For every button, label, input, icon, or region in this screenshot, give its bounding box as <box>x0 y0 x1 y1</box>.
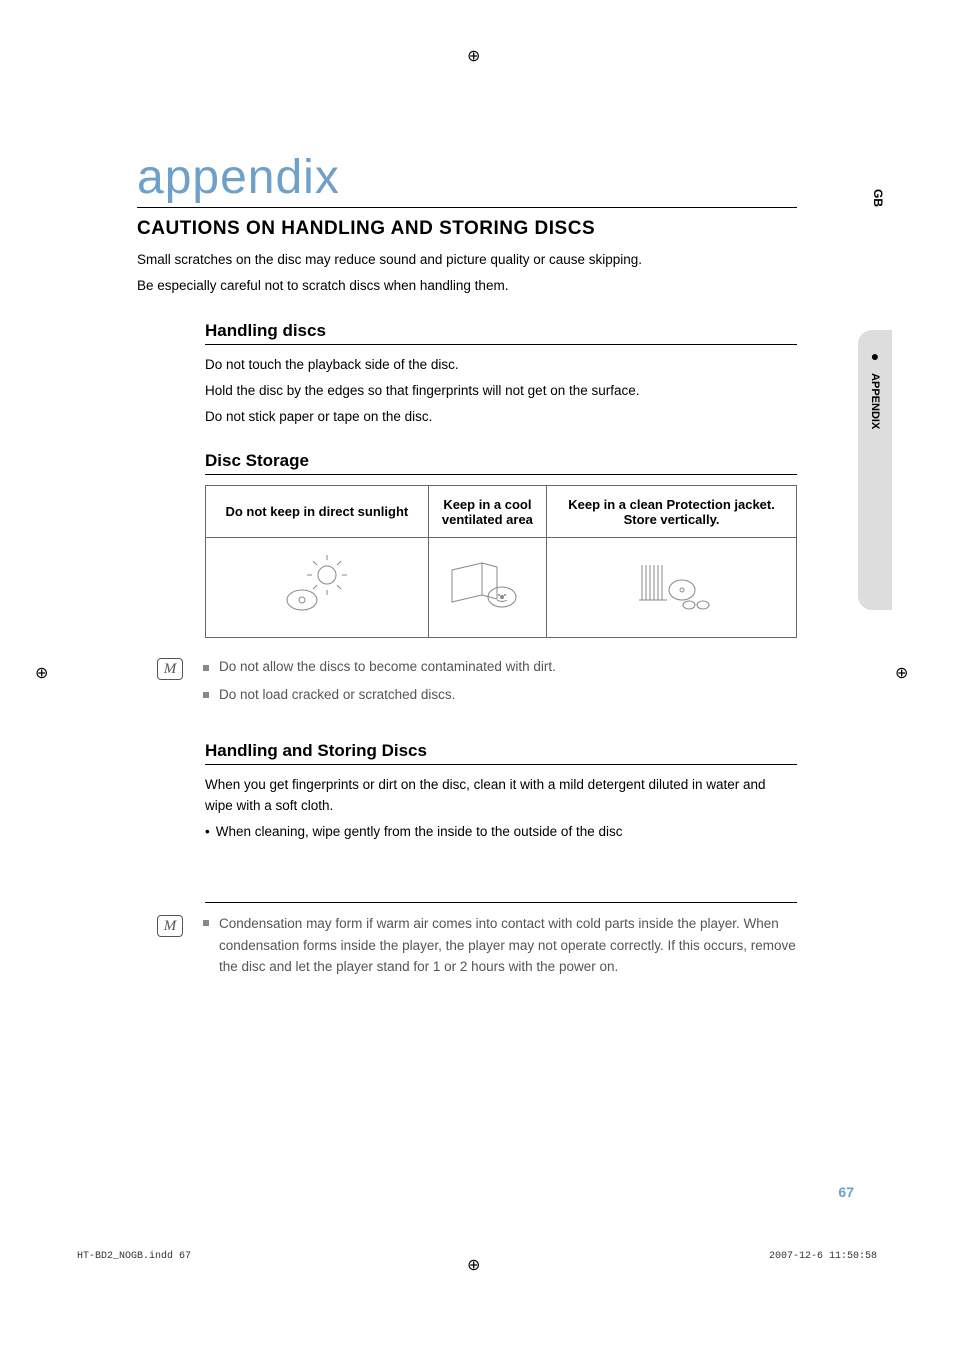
sun-disc-icon <box>272 607 362 618</box>
table-row: Do not keep in direct sunlight Keep in a… <box>206 486 797 538</box>
handling-storing-heading: Handling and Storing Discs <box>205 741 797 765</box>
bullet-list: • When cleaning, wipe gently from the in… <box>205 822 797 842</box>
storage-cell-sunlight-header: Do not keep in direct sunlight <box>206 486 429 538</box>
registration-mark-left: ⊕ <box>35 663 48 683</box>
note-icon: M <box>157 915 183 937</box>
bullet-dot-icon: • <box>205 822 210 842</box>
handling-storing-p1: When you get fingerprints or dirt on the… <box>205 775 797 816</box>
footer-timestamp: 2007-12-6 11:50:58 <box>769 1251 877 1262</box>
storage-heading: Disc Storage <box>205 451 797 475</box>
cabinet-disc-icon <box>442 607 532 618</box>
storage-illustration-sunlight <box>206 538 429 638</box>
handling-line-3: Do not stick paper or tape on the disc. <box>205 407 797 427</box>
page-frame: appendix CAUTIONS ON HANDLING AND STORIN… <box>77 55 877 1295</box>
note2-rule <box>205 902 797 903</box>
handling-storing-section: Handling and Storing Discs When you get … <box>205 741 797 984</box>
intro-line-1: Small scratches on the disc may reduce s… <box>137 250 797 270</box>
page-title: appendix <box>137 150 797 205</box>
bullet-icon <box>203 665 209 671</box>
footer-file-info: HT-BD2_NOGB.indd 67 <box>77 1251 191 1262</box>
storage-cell-jacket-header: Keep in a clean Protection jacket. Store… <box>547 486 797 538</box>
storage-cell-cool-header: Keep in a cool ventilated area <box>428 486 546 538</box>
note-items: Condensation may form if warm air comes … <box>203 913 797 984</box>
registration-mark-right: ⊕ <box>895 663 908 683</box>
note-block-1: M Do not allow the discs to become conta… <box>157 656 797 711</box>
handling-line-2: Hold the disc by the edges so that finge… <box>205 381 797 401</box>
shelf-disc-icon <box>627 607 717 618</box>
storage-illustration-jacket <box>547 538 797 638</box>
storage-section: Disc Storage Do not keep in direct sunli… <box>205 451 797 711</box>
main-content: appendix CAUTIONS ON HANDLING AND STORIN… <box>137 150 797 984</box>
note-block-2: M Condensation may form if warm air come… <box>157 913 797 984</box>
note-icon: M <box>157 658 183 680</box>
note1-item2: Do not load cracked or scratched discs. <box>219 687 455 702</box>
bullet-icon <box>203 692 209 698</box>
bullet-icon <box>203 920 209 926</box>
note2-text: Condensation may form if warm air comes … <box>219 913 797 978</box>
title-rule <box>137 207 797 208</box>
table-row <box>206 538 797 638</box>
page-number: 67 <box>838 1184 854 1200</box>
handling-heading: Handling discs <box>205 321 797 345</box>
handling-line-1: Do not touch the playback side of the di… <box>205 355 797 375</box>
main-heading: CAUTIONS ON HANDLING AND STORING DISCS <box>137 218 797 240</box>
storage-table: Do not keep in direct sunlight Keep in a… <box>205 485 797 638</box>
note1-item1: Do not allow the discs to become contami… <box>219 659 556 674</box>
note-items: Do not allow the discs to become contami… <box>203 656 556 711</box>
cleaning-bullet: When cleaning, wipe gently from the insi… <box>216 822 623 842</box>
storage-illustration-cool <box>428 538 546 638</box>
handling-section: Handling discs Do not touch the playback… <box>205 321 797 428</box>
intro-line-2: Be especially careful not to scratch dis… <box>137 276 797 296</box>
